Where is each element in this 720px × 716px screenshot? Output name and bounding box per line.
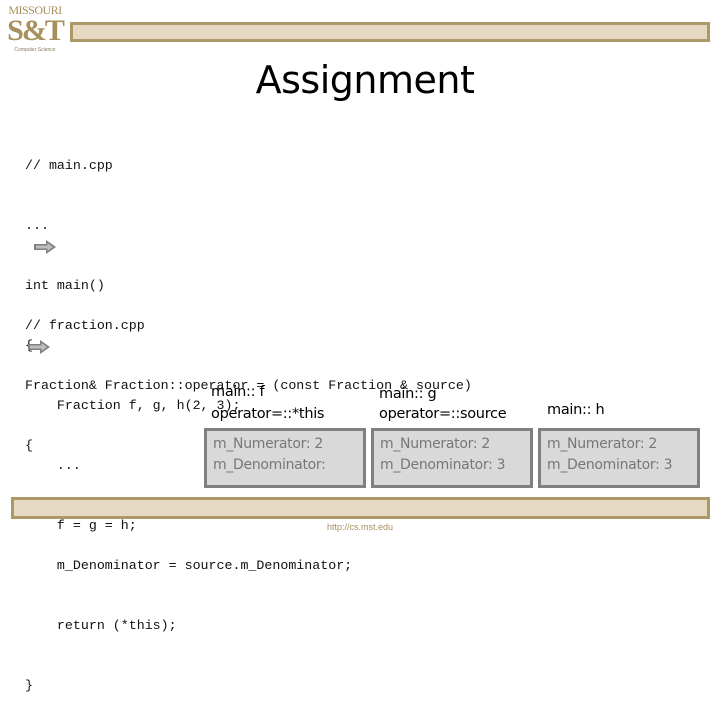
numerator-value: m_Numerator: 2: [547, 436, 658, 452]
object-h-box: m_Numerator: 2 m_Denominator: 3: [538, 428, 700, 488]
object-g-label: main:: g: [379, 386, 437, 402]
denominator-value: m_Denominator:: [213, 457, 326, 473]
object-g-alias: operator=::source: [379, 406, 507, 422]
page-title: Assignment: [255, 58, 475, 102]
logo-mid: S&T: [7, 14, 65, 47]
right-arrow-icon: [34, 240, 56, 254]
code-line: m_Denominator = source.m_Denominator;: [25, 558, 353, 573]
object-f-label: main:: f: [211, 384, 265, 400]
footer-bar: [11, 497, 710, 519]
code-line: // main.cpp: [25, 158, 113, 173]
object-g-box: m_Numerator: 2 m_Denominator: 3: [371, 428, 533, 488]
object-f-alias: operator=::*this: [211, 406, 325, 422]
denominator-value: m_Denominator: 3: [380, 457, 506, 473]
code-line: ...: [25, 218, 49, 233]
right-arrow-icon: [28, 340, 50, 354]
numerator-value: m_Numerator: 2: [380, 436, 491, 452]
numerator-value: m_Numerator: 2: [213, 436, 324, 452]
fraction-code: // fraction.cpp Fraction& Fraction::oper…: [25, 276, 472, 716]
header-bar: [70, 22, 710, 42]
code-line: }: [25, 678, 33, 693]
code-line: return (*this);: [25, 618, 177, 633]
object-f-box: m_Numerator: 2 m_Denominator:: [204, 428, 366, 488]
footer-link[interactable]: http://cs.mst.edu: [0, 522, 720, 532]
logo-bottom: Computer Science: [14, 47, 56, 53]
object-h-label: main:: h: [547, 402, 605, 418]
denominator-value: m_Denominator: 3: [547, 457, 673, 473]
code-line: // fraction.cpp: [25, 318, 145, 333]
logo: MISSOURI S&T Computer Science: [4, 4, 66, 62]
